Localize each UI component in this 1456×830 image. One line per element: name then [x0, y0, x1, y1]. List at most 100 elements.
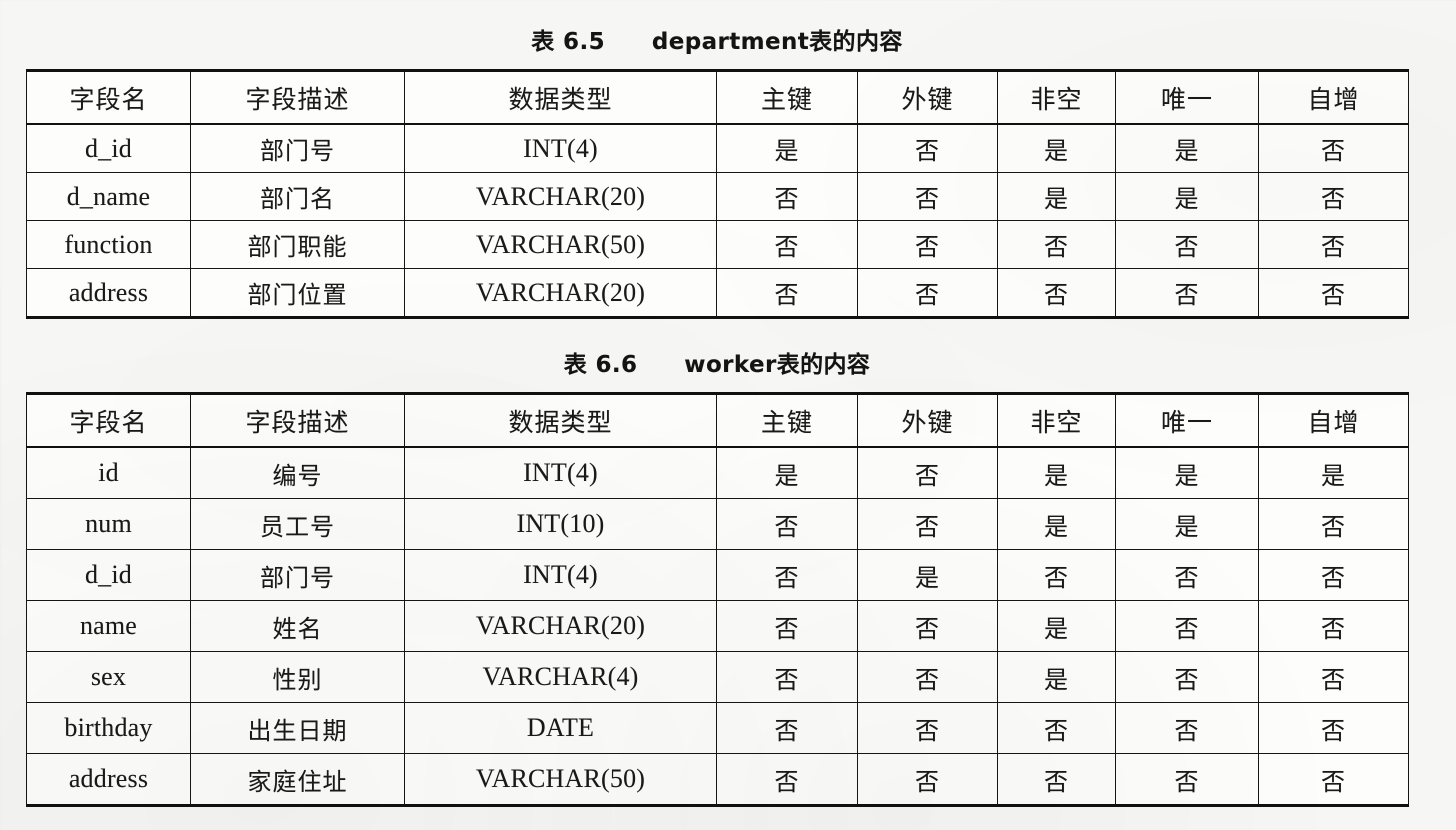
cell-unique: 否 — [1115, 753, 1259, 806]
table-header-row: 字段名 字段描述 数据类型 主键 外键 非空 唯一 自增 — [26, 393, 1409, 448]
cell-field-name: id — [26, 447, 191, 499]
cell-field-name: num — [26, 498, 191, 550]
cell-field-name: function — [26, 220, 191, 269]
table-row: address 部门位置 VARCHAR(20) 否 否 否 否 否 — [26, 268, 1409, 318]
table-header-row: 字段名 字段描述 数据类型 主键 外键 非空 唯一 自增 — [26, 70, 1409, 125]
cell-data-type: VARCHAR(20) — [404, 172, 717, 221]
column-header-primary-key: 主键 — [716, 70, 858, 125]
table-caption-6-5: 表 6.5 department表的内容 — [26, 22, 1408, 56]
column-header-not-null: 非空 — [997, 70, 1116, 125]
cell-data-type: VARCHAR(50) — [404, 220, 717, 269]
cell-auto-increment: 否 — [1258, 220, 1409, 269]
cell-unique: 否 — [1115, 651, 1259, 703]
cell-primary-key: 否 — [716, 600, 858, 652]
cell-data-type: INT(4) — [404, 549, 717, 601]
column-header-field-name: 字段名 — [26, 70, 191, 125]
cell-field-description: 部门号 — [190, 549, 405, 601]
cell-data-type: INT(4) — [404, 124, 717, 173]
cell-field-name: address — [26, 753, 191, 806]
cell-not-null: 是 — [997, 651, 1116, 703]
cell-unique: 否 — [1115, 702, 1259, 754]
cell-auto-increment: 否 — [1258, 600, 1409, 652]
cell-foreign-key: 否 — [857, 172, 998, 221]
cell-auto-increment: 否 — [1258, 549, 1409, 601]
cell-field-description: 部门名 — [190, 172, 405, 221]
cell-auto-increment: 否 — [1321, 281, 1346, 309]
column-header-auto-increment: 自增 — [1258, 393, 1409, 448]
cell-unique: 是 — [1115, 498, 1259, 550]
cell-field-description: 出生日期 — [190, 702, 405, 754]
cell-data-type: INT(10) — [404, 498, 717, 550]
cell-primary-key: 否 — [716, 549, 858, 601]
table-row: sex 性别 VARCHAR(4) 否 否 是 否 否 — [26, 651, 1409, 703]
caption-title-6-6: worker表的内容 — [684, 352, 871, 378]
table-caption-6-6: 表 6.6 worker表的内容 — [26, 345, 1408, 379]
cell-not-null: 否 — [997, 268, 1116, 318]
cell-not-null: 是 — [997, 447, 1116, 499]
column-header-foreign-key: 外键 — [857, 70, 998, 125]
cell-field-name: d_id — [26, 549, 191, 601]
worker-table: 字段名 字段描述 数据类型 主键 外键 非空 唯一 自增 id 编号 INT(4… — [26, 392, 1409, 807]
cell-field-name: address — [26, 268, 191, 318]
cell-data-type: VARCHAR(50) — [404, 753, 717, 806]
cell-primary-key: 否 — [716, 268, 858, 318]
table-row: function 部门职能 VARCHAR(50) 否 否 否 否 否 — [26, 220, 1409, 269]
cell-foreign-key: 否 — [857, 651, 998, 703]
cell-data-type: VARCHAR(20) — [404, 268, 717, 318]
cell-not-null: 是 — [997, 172, 1116, 221]
cell-data-type: DATE — [404, 702, 717, 754]
cell-foreign-key: 否 — [857, 124, 998, 173]
cell-foreign-key: 否 — [857, 498, 998, 550]
cell-unique: 是 — [1115, 124, 1259, 173]
cell-primary-key: 是 — [716, 124, 858, 173]
column-header-foreign-key: 外键 — [857, 393, 998, 448]
cell-field-name: sex — [26, 651, 191, 703]
table-row: d_name 部门名 VARCHAR(20) 否 否 是 是 否 — [26, 172, 1409, 221]
cell-primary-key: 否 — [716, 220, 858, 269]
cell-auto-increment: 否 — [1321, 767, 1346, 796]
column-header-primary-key: 主键 — [716, 393, 858, 448]
cell-primary-key: 否 — [716, 498, 858, 550]
cell-field-description: 姓名 — [190, 600, 405, 652]
cell-data-type: VARCHAR(20) — [404, 600, 717, 652]
caption-number-6-5: 表 6.5 — [531, 29, 605, 55]
cell-not-null: 是 — [997, 124, 1116, 173]
column-header-unique: 唯一 — [1115, 393, 1259, 448]
cell-field-name: d_name — [26, 172, 191, 221]
caption-number-6-6: 表 6.6 — [563, 352, 638, 378]
cell-primary-key: 是 — [716, 447, 858, 499]
cell-primary-key: 否 — [716, 702, 858, 754]
cell-field-description: 部门位置 — [190, 268, 405, 318]
cell-field-description: 编号 — [190, 447, 405, 499]
cell-not-null: 否 — [997, 753, 1116, 806]
column-header-field-description: 字段描述 — [190, 70, 405, 125]
caption-title-6-5: department表的内容 — [651, 29, 903, 55]
cell-auto-increment: 否 — [1258, 172, 1409, 221]
cell-unique: 否 — [1115, 600, 1259, 652]
cell-field-name: name — [26, 600, 191, 652]
cell-field-name: birthday — [26, 702, 191, 754]
cell-foreign-key: 否 — [857, 600, 998, 652]
cell-foreign-key: 否 — [857, 220, 998, 269]
cell-data-type: INT(4) — [404, 447, 717, 499]
column-header-unique: 唯一 — [1115, 70, 1259, 125]
department-table: 字段名 字段描述 数据类型 主键 外键 非空 唯一 自增 d_id 部门号 IN… — [26, 69, 1409, 319]
cell-not-null: 是 — [997, 600, 1116, 652]
column-header-auto-increment: 自增 — [1258, 70, 1409, 125]
cell-unique: 否 — [1115, 549, 1259, 601]
cell-foreign-key: 否 — [857, 447, 998, 499]
cell-auto-increment: 否 — [1258, 124, 1409, 173]
cell-field-description: 性别 — [190, 651, 405, 703]
cell-not-null: 否 — [997, 702, 1116, 754]
cell-unique: 否 — [1115, 268, 1259, 318]
cell-unique: 是 — [1115, 447, 1259, 499]
cell-auto-increment: 否 — [1258, 498, 1409, 550]
cell-field-description: 家庭住址 — [190, 753, 405, 806]
cell-foreign-key: 否 — [857, 753, 998, 806]
cell-auto-increment: 否 — [1258, 651, 1409, 703]
cell-foreign-key: 是 — [857, 549, 998, 601]
cell-unique: 是 — [1115, 172, 1259, 221]
table-row: name 姓名 VARCHAR(20) 否 否 是 否 否 — [26, 600, 1409, 652]
table-row: address 家庭住址 VARCHAR(50) 否 否 否 否 否 — [26, 753, 1409, 806]
cell-unique: 否 — [1115, 220, 1259, 269]
